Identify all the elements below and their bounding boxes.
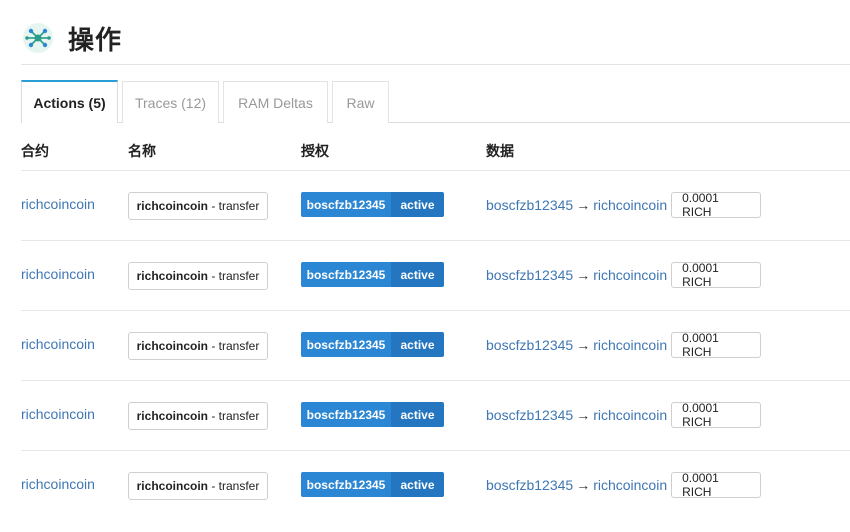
action-method: transfer bbox=[218, 339, 260, 353]
auth-permission: active bbox=[391, 332, 444, 357]
contract-link[interactable]: richcoincoin bbox=[21, 336, 95, 352]
table-row: richcoincoin richcoincoin - transfer bos… bbox=[0, 450, 850, 520]
to-account-link[interactable]: richcoincoin bbox=[593, 267, 667, 283]
auth-actor: boscfzb12345 bbox=[301, 402, 391, 427]
auth-permission: active bbox=[391, 192, 444, 217]
auth-permission: active bbox=[391, 262, 444, 287]
from-account-link[interactable]: boscfzb12345 bbox=[486, 407, 573, 423]
transfer-data: boscfzb12345 → richcoincoin 0.0001 RICH bbox=[486, 471, 762, 499]
row-divider bbox=[21, 450, 850, 451]
transfer-data: boscfzb12345 → richcoincoin 0.0001 RICH bbox=[486, 261, 762, 289]
authorization-badge: boscfzb12345 active bbox=[301, 262, 444, 287]
row-divider bbox=[21, 380, 850, 381]
from-account-link[interactable]: boscfzb12345 bbox=[486, 337, 573, 353]
column-header-auth: 授权 bbox=[301, 143, 329, 159]
from-account-link[interactable]: boscfzb12345 bbox=[486, 267, 573, 283]
action-method: transfer bbox=[218, 269, 260, 283]
authorization-badge: boscfzb12345 active bbox=[301, 192, 444, 217]
network-hub-icon bbox=[22, 22, 54, 54]
arrow-icon: → bbox=[576, 197, 591, 213]
authorization-badge: boscfzb12345 active bbox=[301, 402, 444, 427]
table-row: richcoincoin richcoincoin - transfer bos… bbox=[0, 310, 850, 380]
action-method: transfer bbox=[218, 479, 260, 493]
table-row: richcoincoin richcoincoin - transfer bos… bbox=[0, 240, 850, 310]
column-header-data: 数据 bbox=[486, 143, 514, 159]
column-header-contract: 合约 bbox=[21, 143, 49, 159]
transfer-data: boscfzb12345 → richcoincoin 0.0001 RICH bbox=[486, 191, 762, 219]
contract-link[interactable]: richcoincoin bbox=[21, 266, 95, 282]
action-account: richcoincoin bbox=[136, 199, 208, 213]
to-account-link[interactable]: richcoincoin bbox=[593, 407, 667, 423]
auth-actor: boscfzb12345 bbox=[301, 332, 391, 357]
tab-traces[interactable]: Traces (12) bbox=[122, 81, 219, 123]
contract-link[interactable]: richcoincoin bbox=[21, 196, 95, 212]
action-account: richcoincoin bbox=[136, 339, 208, 353]
table-row: richcoincoin richcoincoin - transfer bos… bbox=[0, 170, 850, 240]
amount-badge: 0.0001 RICH bbox=[671, 331, 762, 359]
arrow-icon: → bbox=[576, 267, 591, 283]
page-header: 操作 bbox=[22, 18, 122, 58]
action-account: richcoincoin bbox=[136, 409, 208, 423]
row-divider bbox=[21, 310, 850, 311]
action-separator: - bbox=[207, 339, 219, 353]
arrow-icon: → bbox=[576, 477, 591, 493]
action-separator: - bbox=[207, 409, 219, 423]
amount-badge: 0.0001 RICH bbox=[671, 261, 762, 289]
amount-badge: 0.0001 RICH bbox=[671, 471, 762, 499]
action-method: transfer bbox=[218, 199, 260, 213]
amount-badge: 0.0001 RICH bbox=[671, 191, 762, 219]
authorization-badge: boscfzb12345 active bbox=[301, 332, 444, 357]
auth-actor: boscfzb12345 bbox=[301, 472, 391, 497]
page-title: 操作 bbox=[68, 24, 123, 55]
action-separator: - bbox=[207, 269, 219, 283]
arrow-icon: → bbox=[576, 407, 591, 423]
from-account-link[interactable]: boscfzb12345 bbox=[486, 197, 573, 213]
to-account-link[interactable]: richcoincoin bbox=[593, 337, 667, 353]
action-name-badge: richcoincoin - transfer bbox=[128, 332, 268, 360]
tab-bar: Actions (5) Traces (12) RAM Deltas Raw bbox=[21, 80, 850, 124]
auth-actor: boscfzb12345 bbox=[301, 192, 391, 217]
contract-link[interactable]: richcoincoin bbox=[21, 406, 95, 422]
tab-raw[interactable]: Raw bbox=[332, 81, 389, 123]
header-divider bbox=[21, 64, 850, 65]
to-account-link[interactable]: richcoincoin bbox=[593, 477, 667, 493]
action-name-badge: richcoincoin - transfer bbox=[128, 472, 268, 500]
from-account-link[interactable]: boscfzb12345 bbox=[486, 477, 573, 493]
row-divider bbox=[21, 240, 850, 241]
auth-actor: boscfzb12345 bbox=[301, 262, 391, 287]
transfer-data: boscfzb12345 → richcoincoin 0.0001 RICH bbox=[486, 401, 762, 429]
table-row: richcoincoin richcoincoin - transfer bos… bbox=[0, 380, 850, 450]
action-account: richcoincoin bbox=[136, 269, 208, 283]
tab-actions[interactable]: Actions (5) bbox=[21, 80, 118, 124]
arrow-icon: → bbox=[576, 337, 591, 353]
contract-link[interactable]: richcoincoin bbox=[21, 476, 95, 492]
action-separator: - bbox=[207, 479, 219, 493]
auth-permission: active bbox=[391, 472, 444, 497]
tab-ram-deltas[interactable]: RAM Deltas bbox=[223, 81, 328, 123]
action-method: transfer bbox=[218, 409, 260, 423]
authorization-badge: boscfzb12345 active bbox=[301, 472, 444, 497]
amount-badge: 0.0001 RICH bbox=[671, 401, 762, 429]
to-account-link[interactable]: richcoincoin bbox=[593, 197, 667, 213]
action-separator: - bbox=[207, 199, 219, 213]
row-divider bbox=[21, 170, 850, 171]
column-header-name: 名称 bbox=[128, 143, 156, 159]
action-name-badge: richcoincoin - transfer bbox=[128, 402, 268, 430]
action-name-badge: richcoincoin - transfer bbox=[128, 192, 268, 220]
transfer-data: boscfzb12345 → richcoincoin 0.0001 RICH bbox=[486, 331, 762, 359]
action-account: richcoincoin bbox=[136, 479, 208, 493]
auth-permission: active bbox=[391, 402, 444, 427]
action-name-badge: richcoincoin - transfer bbox=[128, 262, 268, 290]
